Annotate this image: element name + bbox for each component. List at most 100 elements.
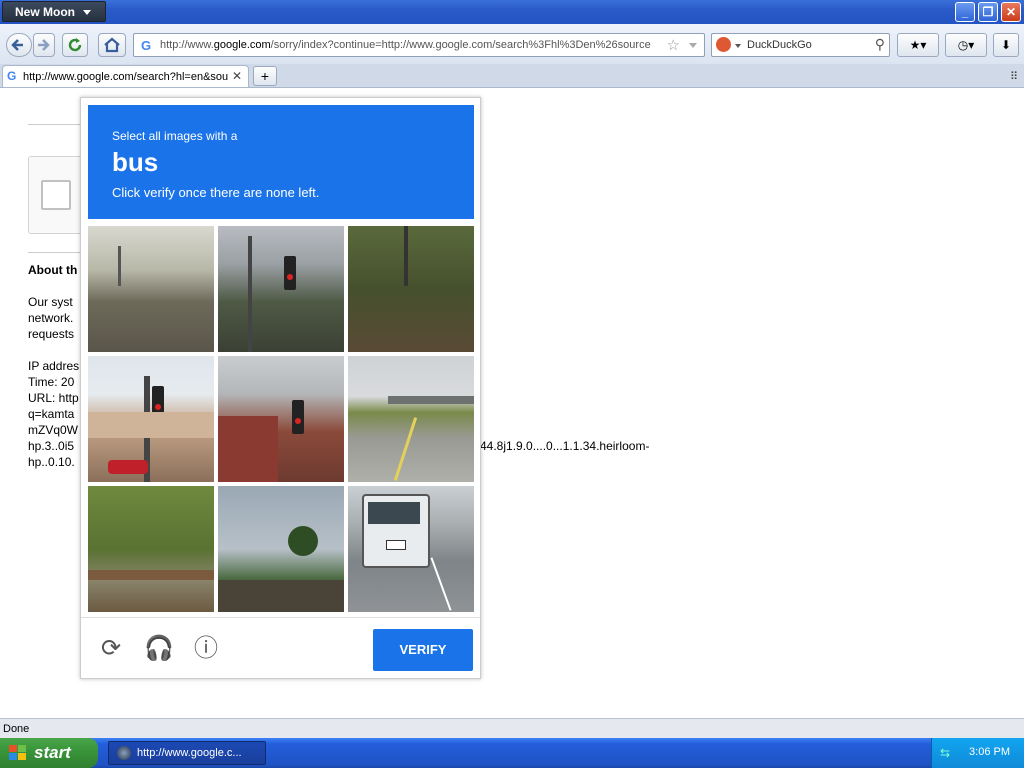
close-button[interactable]: ✕ [1001, 2, 1021, 22]
navigation-toolbar: G http://www.google.com/sorry/index?cont… [0, 24, 1024, 65]
back-button[interactable] [6, 33, 32, 57]
forward-arrow-icon [38, 39, 50, 51]
bookmark-star-icon[interactable]: ☆ [667, 36, 680, 54]
tile-detail [393, 417, 418, 481]
divider [28, 124, 80, 125]
new-tab-button[interactable]: + [253, 66, 277, 86]
minimize-button[interactable]: _ [955, 2, 975, 22]
taskbar-browser-item[interactable]: http://www.google.c... [108, 741, 266, 765]
captcha-tile-4[interactable] [88, 356, 214, 482]
recaptcha-checkbox[interactable] [41, 180, 71, 210]
duckduckgo-icon[interactable] [716, 37, 731, 52]
status-bar: Done [0, 718, 1024, 739]
tile-detail [88, 570, 214, 580]
title-bar: New Moon _ ❐ ✕ [0, 0, 1024, 24]
reload-button[interactable] [62, 33, 88, 57]
tile-detail [218, 580, 344, 612]
home-icon [104, 37, 120, 53]
start-button[interactable]: start [0, 738, 98, 768]
tile-detail [288, 526, 318, 556]
divider [28, 252, 80, 253]
reload-icon[interactable]: ⟳ [97, 635, 125, 663]
app-menu-button[interactable]: New Moon [2, 1, 106, 22]
tile-detail [218, 416, 278, 482]
tile-detail [248, 236, 252, 352]
request-details: IP addres Time: 20 URL: http q=kamta mZV… [28, 359, 80, 469]
network-icon[interactable]: ⇆ [940, 746, 950, 760]
captcha-tile-2[interactable] [218, 226, 344, 352]
start-label: start [34, 743, 71, 762]
search-engine-label: DuckDuckGo [747, 39, 812, 51]
url-tail-text: 44.8j1.9.0....0...1.1.34.heirloom- [480, 439, 650, 453]
verify-button[interactable]: VERIFY [373, 629, 473, 671]
search-box[interactable]: DuckDuckGo ⚲ [711, 33, 890, 57]
captcha-tile-7[interactable] [88, 486, 214, 612]
tile-detail [108, 460, 148, 474]
home-button[interactable] [98, 33, 126, 57]
system-tray: ⇆ 3:06 PM [931, 738, 1024, 768]
about-heading: About th [28, 263, 78, 277]
captcha-tile-1[interactable] [88, 226, 214, 352]
captcha-header: Select all images with a bus Click verif… [88, 105, 474, 219]
tile-detail [118, 246, 121, 286]
captcha-footer: ⟳ 🎧 ⓘ VERIFY [81, 617, 480, 680]
tile-detail [430, 557, 452, 611]
tile-detail [388, 396, 474, 404]
close-icon: ✕ [1005, 5, 1017, 19]
captcha-tile-5[interactable] [218, 356, 344, 482]
plus-icon: + [260, 68, 270, 84]
info-paragraph: Our syst network. requests [28, 295, 75, 341]
chevron-down-icon [735, 44, 741, 48]
clock-icon: ◷▾ [957, 38, 975, 52]
captcha-tile-6[interactable] [348, 356, 474, 482]
info-icon[interactable]: ⓘ [192, 635, 220, 663]
tile-detail [88, 412, 214, 438]
url-domain: google.com [213, 39, 271, 51]
tile-detail [368, 502, 420, 524]
address-url: http://www.google.com/sorry/index?contin… [160, 39, 651, 51]
tile-detail [404, 226, 408, 286]
downloads-button[interactable]: ⬇ [993, 33, 1019, 57]
status-text: Done [3, 723, 30, 735]
taskbar-item-label: http://www.google.c... [137, 747, 242, 759]
clock: 3:06 PM [969, 746, 1010, 758]
google-favicon-icon: G [141, 38, 152, 53]
minimize-icon: _ [961, 5, 969, 19]
url-prefix: http://www. [160, 39, 214, 51]
tab-list-icon[interactable]: ⠿ [1010, 70, 1018, 83]
tile-detail [386, 540, 406, 550]
close-tab-icon[interactable]: ✕ [232, 69, 242, 83]
download-arrow-icon: ⬇ [1000, 38, 1012, 52]
captcha-target-word: bus [112, 147, 159, 177]
captcha-tile-3[interactable] [348, 226, 474, 352]
search-icon[interactable]: ⚲ [875, 36, 885, 53]
app-menu-label: New Moon [15, 5, 75, 19]
tab-google-search[interactable]: G http://www.google.com/search?hl=en&sou… [2, 65, 249, 87]
url-rest: /sorry/index?continue=http://www.google.… [270, 39, 651, 51]
captcha-challenge: Select all images with a bus Click verif… [80, 97, 481, 679]
captcha-subtext: Click verify once there are none left. [112, 185, 320, 200]
maximize-button[interactable]: ❐ [978, 2, 998, 22]
address-bar[interactable]: G http://www.google.com/sorry/index?cont… [133, 33, 705, 57]
back-arrow-icon [11, 39, 23, 51]
tab-title: http://www.google.com/search?hl=en&sou [23, 71, 228, 83]
bus-image [362, 494, 430, 568]
tab-strip: G http://www.google.com/search?hl=en&sou… [0, 64, 1024, 88]
traffic-light-icon [284, 256, 296, 290]
browser-icon [117, 746, 131, 760]
bookmarks-icon: ★▾ [909, 38, 927, 52]
captcha-tile-9[interactable] [348, 486, 474, 612]
reload-icon [68, 38, 82, 52]
traffic-light-icon [292, 400, 304, 434]
google-favicon-icon: G [7, 69, 17, 83]
captcha-tile-8[interactable] [218, 486, 344, 612]
bookmarks-button[interactable]: ★▾ [897, 33, 939, 57]
history-button[interactable]: ◷▾ [945, 33, 987, 57]
taskbar: start http://www.google.c... ⇆ 3:06 PM [0, 738, 1024, 768]
windows-logo-icon [9, 745, 27, 761]
captcha-instruction: Select all images with a [112, 129, 238, 143]
forward-button[interactable] [33, 33, 55, 57]
headphones-icon[interactable]: 🎧 [144, 635, 174, 663]
restore-icon: ❐ [982, 5, 994, 19]
history-dropdown-icon[interactable] [689, 43, 697, 48]
